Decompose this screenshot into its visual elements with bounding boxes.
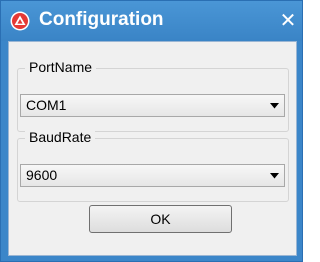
baudrate-group: BaudRate 9600 [17, 129, 289, 202]
portname-select[interactable]: COM1 [20, 94, 285, 117]
app-warning-icon [10, 11, 30, 31]
chevron-down-icon [270, 103, 279, 109]
window-title: Configuration [39, 9, 164, 30]
ok-button[interactable]: OK [89, 205, 232, 233]
dialog-body: PortName COM1 BaudRate 9600 OK [8, 41, 297, 256]
baudrate-select[interactable]: 9600 [20, 164, 285, 187]
portname-label: PortName [25, 59, 97, 75]
portname-value: COM1 [26, 97, 67, 113]
chevron-down-icon [270, 173, 279, 179]
close-icon[interactable]: ✕ [278, 11, 298, 31]
title-bar[interactable]: Configuration ✕ [1, 1, 302, 41]
portname-group: PortName COM1 [17, 59, 289, 132]
baudrate-label: BaudRate [25, 129, 96, 145]
configuration-dialog: Configuration ✕ PortName COM1 BaudRate 9… [0, 0, 303, 262]
baudrate-value: 9600 [26, 167, 58, 183]
